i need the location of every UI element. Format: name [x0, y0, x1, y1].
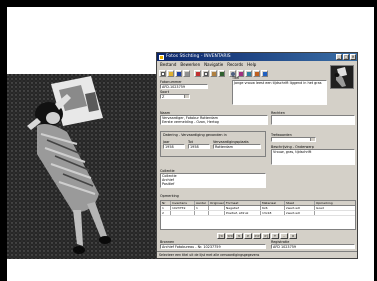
table-cell: Positief, afdruk: [225, 211, 261, 215]
photo-thumbnail[interactable]: [330, 65, 354, 89]
titel-field[interactable]: Jonge vrouw leest een tijdschrift liggen…: [232, 80, 327, 105]
table-cell: Goed: [316, 206, 324, 210]
paste-icon: [211, 71, 216, 76]
collectie-field[interactable]: Collectie Archief Positief: [160, 173, 266, 188]
copy-icon: [203, 71, 208, 76]
thumbnail-image: [331, 66, 353, 88]
beschrijving-field[interactable]: Vrouw, gras, tijdschrift: [271, 149, 355, 165]
close-button[interactable]: ×: [350, 54, 356, 60]
save-icon: [176, 71, 181, 76]
app-icon: [159, 54, 164, 60]
print-icon: [184, 71, 189, 76]
open-icon: [168, 71, 173, 76]
col-header[interactable]: Formaat: [225, 201, 261, 205]
menu-bar: Bestand Bewerken Navigatie Records Help: [157, 61, 357, 68]
table-cell: zwart-wit: [285, 206, 315, 210]
frame-left-border: [0, 0, 7, 281]
col-header[interactable]: Inventaris: [171, 201, 195, 205]
rechten-field[interactable]: [271, 115, 355, 125]
col-header[interactable]: Materiaal: [261, 201, 285, 205]
table-cell: [209, 211, 225, 215]
remove-record-button[interactable]: -: [280, 233, 288, 239]
undo-icon: [219, 71, 224, 76]
app-window: Fotos Stichting - INVENTARIS _ □ × Besta…: [156, 52, 358, 259]
new-button[interactable]: [159, 70, 166, 77]
prev-record-button[interactable]: <: [235, 233, 243, 239]
jaar-field[interactable]: 1958: [163, 144, 185, 149]
table-cell: 2: [161, 211, 171, 215]
menu-navigatie[interactable]: Navigatie: [204, 61, 223, 68]
filter-icon: [238, 71, 243, 76]
table-cell: Negatief: [225, 206, 261, 210]
tot-field[interactable]: 1958: [188, 144, 210, 149]
col-header[interactable]: Aantal: [195, 201, 209, 205]
next-page-button[interactable]: >>: [253, 233, 261, 239]
vervaardiging-label: Datering - Vervaardiging gevonden in: [163, 133, 227, 137]
col-header[interactable]: Staat: [285, 201, 315, 205]
slide: Fotos Stichting - INVENTARIS _ □ × Besta…: [0, 0, 377, 281]
table-cell: 1: [195, 206, 209, 210]
col-header[interactable]: Nr: [161, 201, 171, 205]
table-cell: 1023759: [171, 206, 195, 210]
photo-illustration: [7, 74, 160, 259]
window-titlebar[interactable]: Fotos Stichting - INVENTARIS _ □ ×: [157, 53, 357, 61]
naam-line-2: Eerste vermelding - Ozon, Hertog: [162, 120, 219, 124]
record-navigation: |< << < > >> >| + - x: [217, 233, 297, 239]
help-button[interactable]: [261, 70, 268, 77]
nummer-field[interactable]: AFD.1023759: [160, 84, 208, 89]
photo-woman-reading-on-grass: [7, 74, 160, 259]
last-record-button[interactable]: >|: [262, 233, 270, 239]
collectie-line-3: Positief: [162, 182, 175, 186]
col-header[interactable]: Opmerking: [315, 201, 355, 205]
cut-icon: [195, 71, 200, 76]
menu-bewerken[interactable]: Bewerken: [180, 61, 200, 68]
frame-top-border: [0, 0, 377, 7]
table-cell: [315, 211, 355, 215]
sort-button[interactable]: [245, 70, 252, 77]
toolbar: [158, 69, 356, 78]
open-button[interactable]: [167, 70, 174, 77]
next-record-button[interactable]: >: [244, 233, 252, 239]
save-button[interactable]: [175, 70, 182, 77]
table-cell: 13x18: [261, 211, 285, 215]
menu-records[interactable]: Records: [227, 61, 243, 68]
help-icon: [262, 71, 267, 76]
bronnen-field[interactable]: Archief Fotobureau - Nr. 10237759: [160, 244, 266, 249]
menu-help[interactable]: Help: [247, 61, 256, 68]
maximize-button[interactable]: □: [343, 54, 349, 60]
prev-page-button[interactable]: <<: [226, 233, 234, 239]
window-title: Fotos Stichting - INVENTARIS: [166, 54, 231, 59]
undo-button[interactable]: [218, 70, 225, 77]
table-cell: 1: [161, 206, 171, 210]
first-record-button[interactable]: |<: [217, 233, 225, 239]
table-cell: [209, 206, 225, 210]
sort-icon: [246, 71, 251, 76]
minimize-button[interactable]: _: [336, 54, 342, 60]
print-button[interactable]: [183, 70, 190, 77]
status-bar: Selecteer een titel uit de lijst met all…: [157, 251, 357, 258]
table-cell: [195, 211, 209, 215]
table-cell: zwart-wit: [285, 211, 315, 215]
delete-record-button[interactable]: x: [289, 233, 297, 239]
copy-button[interactable]: [202, 70, 209, 77]
naam-field[interactable]: Vervaardiger, Fotobur Rotterdam Eerste v…: [160, 115, 268, 125]
find-icon: [230, 71, 235, 76]
new-icon: [160, 71, 165, 76]
paste-button[interactable]: [210, 70, 217, 77]
items-table: Nr Inventaris Aantal Origineel Formaat M…: [160, 200, 356, 230]
registratie-field[interactable]: AFD 1023759: [271, 244, 355, 249]
trefwoorden-select[interactable]: [271, 137, 316, 142]
soort-select[interactable]: Z: [160, 94, 190, 99]
image-button[interactable]: [253, 70, 260, 77]
col-header[interactable]: Origineel: [209, 201, 225, 205]
opmerking-label: Opmerking: [160, 194, 179, 198]
cut-button[interactable]: [194, 70, 201, 77]
table-cell: [171, 211, 195, 215]
add-record-button[interactable]: +: [271, 233, 279, 239]
image-icon: [254, 71, 259, 76]
plaats-field[interactable]: Rotterdam: [213, 144, 261, 149]
table-row[interactable]: 2 Positief, afdruk 13x18 zwart-wit: [161, 211, 355, 216]
menu-bestand[interactable]: Bestand: [160, 61, 176, 68]
table-cell: 6x6: [261, 206, 285, 210]
